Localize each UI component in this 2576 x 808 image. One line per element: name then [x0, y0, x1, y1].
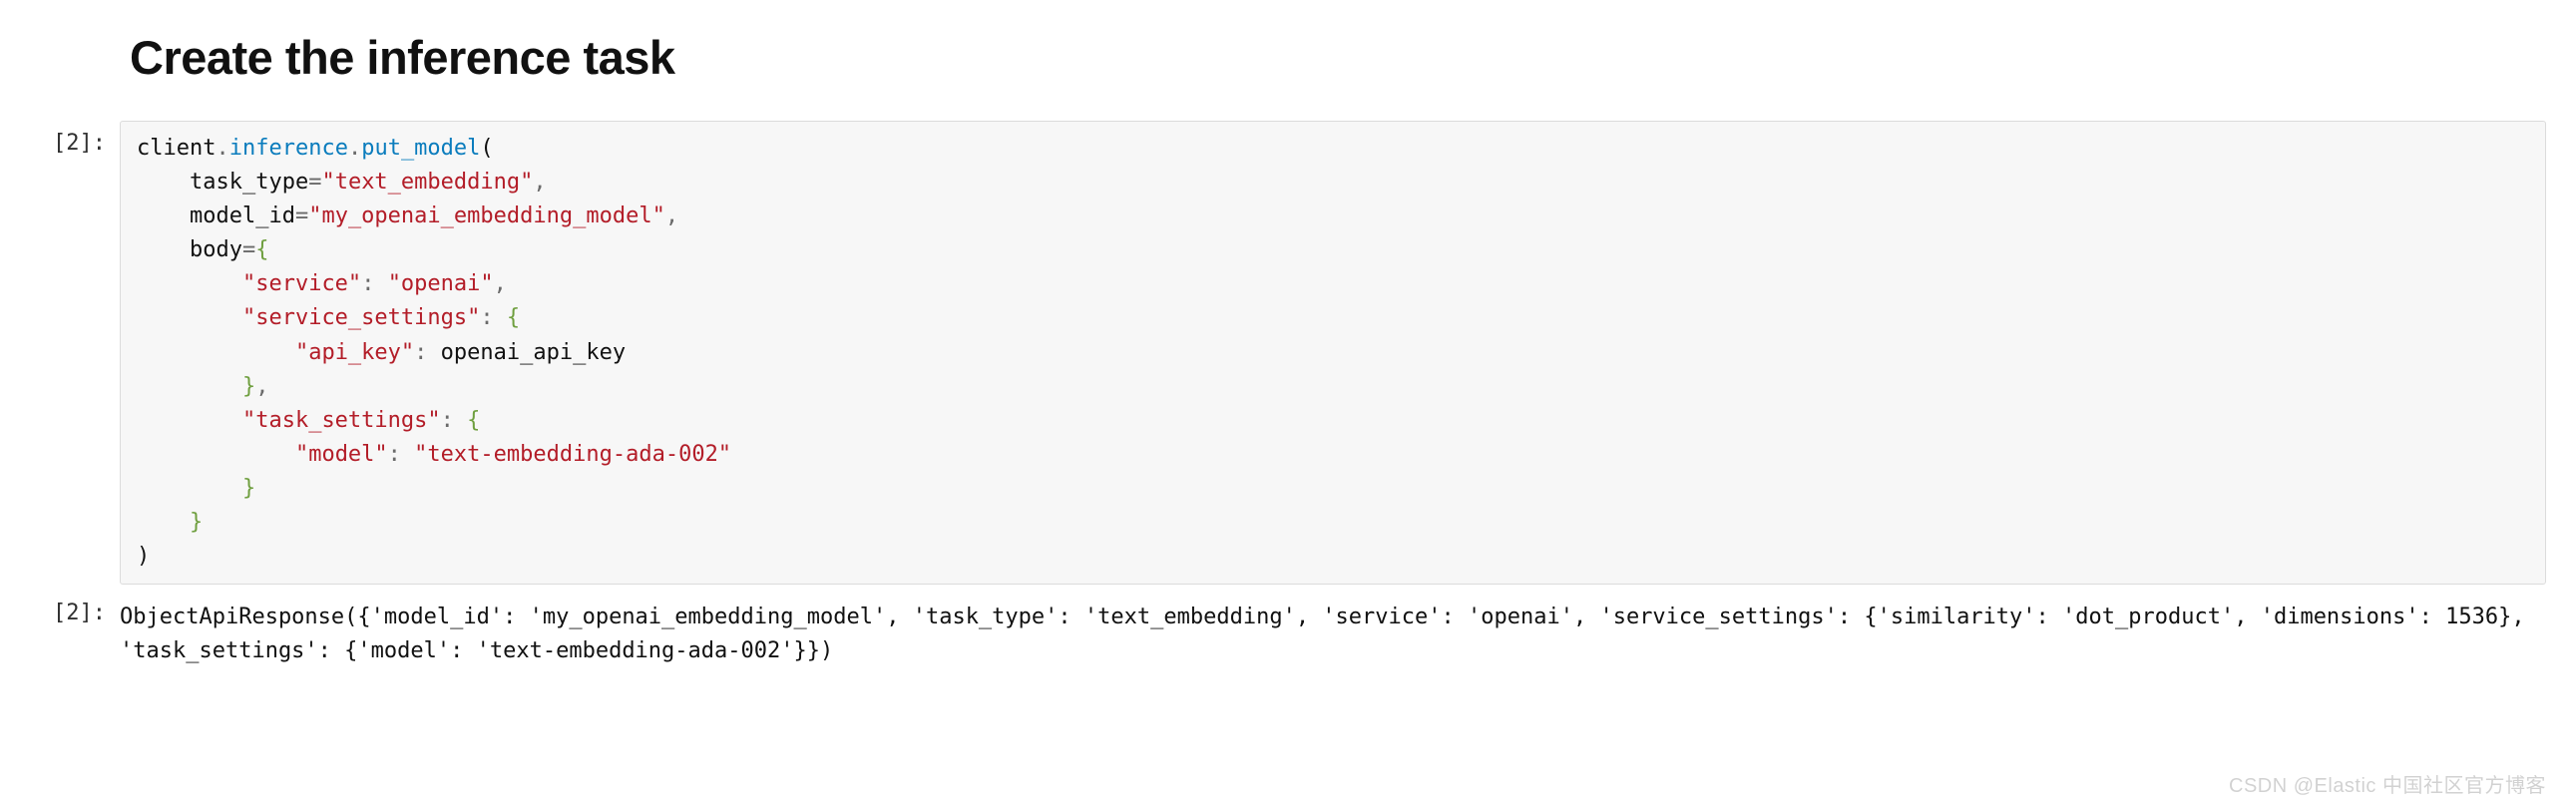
input-cell: [2]: client.inference.put_model( task_ty…	[0, 121, 2576, 585]
tok: "model"	[295, 442, 388, 467]
indent	[137, 170, 190, 195]
tok: "api_key"	[295, 340, 414, 365]
output-text: ObjectApiResponse({'model_id': 'my_opena…	[120, 595, 2576, 668]
tok: client	[137, 136, 215, 161]
tok: ,	[255, 374, 268, 399]
tok: =	[242, 237, 255, 262]
tok: :	[414, 340, 441, 365]
tok: "text_embedding"	[321, 170, 533, 195]
tok: :	[480, 305, 507, 330]
tok: {	[507, 305, 520, 330]
indent	[137, 203, 190, 228]
tok: }	[190, 510, 203, 535]
output-prompt: [2]:	[0, 595, 120, 625]
indent	[137, 510, 190, 535]
input-prompt: [2]:	[0, 121, 120, 156]
tok: inference	[229, 136, 348, 161]
tok: (	[480, 136, 493, 161]
tok: ,	[533, 170, 546, 195]
indent	[137, 237, 190, 262]
tok: }	[242, 374, 255, 399]
tok: model_id	[190, 203, 295, 228]
tok: task_type	[190, 170, 308, 195]
tok: :	[361, 271, 388, 296]
tok: :	[388, 442, 415, 467]
tok: body	[190, 237, 242, 262]
tok: "text-embedding-ada-002"	[414, 442, 731, 467]
tok: {	[255, 237, 268, 262]
tok: ,	[665, 203, 678, 228]
section-heading: Create the inference task	[130, 30, 2576, 85]
output-cell: [2]: ObjectApiResponse({'model_id': 'my_…	[0, 595, 2576, 668]
indent	[137, 374, 242, 399]
tok: "service"	[242, 271, 361, 296]
indent	[137, 408, 242, 433]
tok: .	[215, 136, 228, 161]
tok: =	[308, 170, 321, 195]
tok: {	[467, 408, 480, 433]
tok: openai_api_key	[441, 340, 626, 365]
watermark: CSDN @Elastic 中国社区官方博客	[2229, 769, 2546, 798]
tok: ,	[494, 271, 507, 296]
indent	[137, 305, 242, 330]
indent	[137, 476, 242, 501]
tok: }	[242, 476, 255, 501]
indent	[137, 340, 295, 365]
tok: )	[137, 544, 150, 569]
tok: "service_settings"	[242, 305, 480, 330]
tok: =	[295, 203, 308, 228]
code-content: client.inference.put_model( task_type="t…	[137, 132, 2529, 574]
tok: "task_settings"	[242, 408, 441, 433]
tok: put_model	[361, 136, 480, 161]
tok: "my_openai_embedding_model"	[308, 203, 665, 228]
indent	[137, 442, 295, 467]
notebook-page: Create the inference task [2]: client.in…	[0, 0, 2576, 808]
indent	[137, 271, 242, 296]
code-input-area[interactable]: client.inference.put_model( task_type="t…	[120, 121, 2546, 585]
tok: :	[441, 408, 468, 433]
tok: "openai"	[388, 271, 494, 296]
tok: .	[348, 136, 361, 161]
